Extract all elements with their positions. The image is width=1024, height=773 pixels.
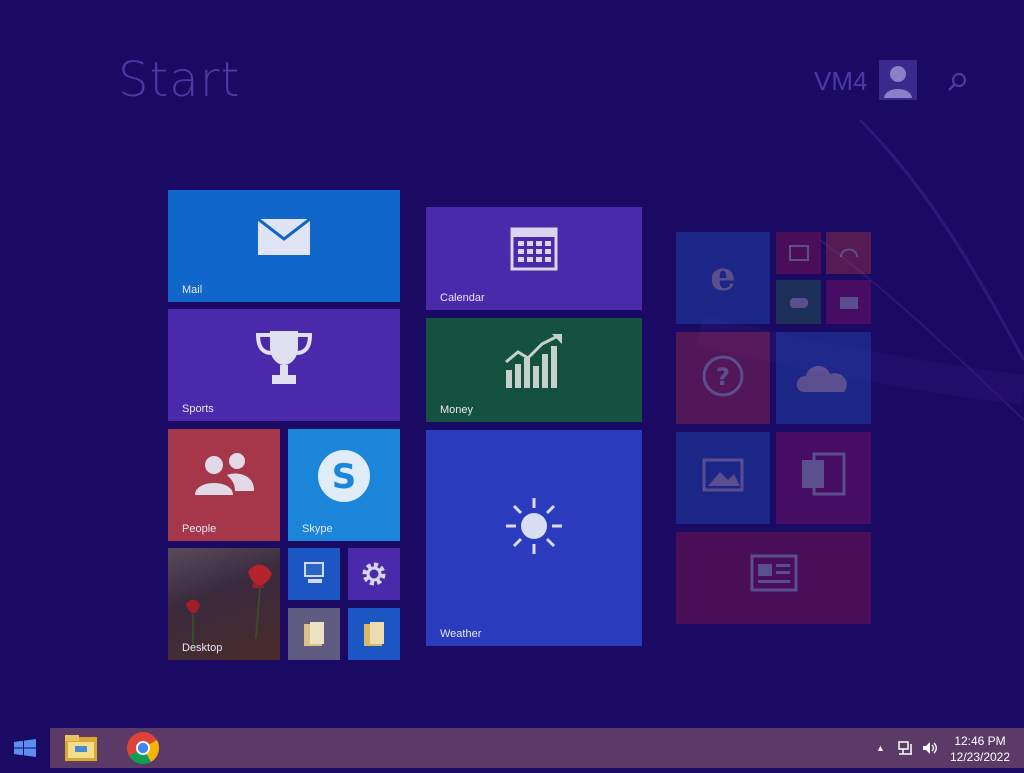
start-title: Start	[118, 52, 241, 108]
tile-camera[interactable]	[826, 280, 871, 324]
tile-people[interactable]: People	[168, 429, 280, 541]
tray-expand-button[interactable]: ▲	[876, 743, 885, 753]
tile-file-explorer[interactable]	[348, 608, 400, 660]
svg-text:S: S	[332, 457, 357, 497]
tile-sports[interactable]: Sports	[168, 309, 400, 421]
windows-logo-icon	[14, 739, 36, 757]
taskbar-chrome[interactable]	[118, 728, 168, 768]
svg-text:?: ?	[716, 363, 730, 391]
tile-news[interactable]	[676, 532, 871, 624]
file-explorer-icon	[65, 735, 97, 761]
tile-pc-settings[interactable]	[348, 548, 400, 600]
user-name[interactable]: VM4	[814, 66, 867, 97]
tile-label: People	[182, 523, 217, 535]
computer-icon	[304, 562, 324, 583]
tile-games[interactable]	[776, 280, 821, 324]
tile-skype[interactable]: S Skype	[288, 429, 400, 541]
folder-documents-icon	[304, 622, 324, 646]
trophy-icon	[255, 331, 313, 384]
camera-icon	[840, 297, 858, 309]
chrome-icon	[127, 732, 160, 765]
clock-time[interactable]: 12:46 PM	[940, 734, 1020, 748]
sun-icon	[506, 498, 562, 554]
tile-label: Weather	[440, 628, 482, 640]
tile-internet-explorer[interactable]: e	[676, 232, 770, 324]
tile-label: Money	[440, 404, 474, 416]
tile-desktop[interactable]: Desktop	[168, 548, 280, 660]
tile-photos[interactable]	[676, 432, 770, 524]
tile-onedrive[interactable]	[776, 332, 871, 424]
tile-label: Desktop	[182, 642, 223, 654]
tile-onenote[interactable]	[776, 432, 871, 524]
network-tray[interactable]	[897, 740, 915, 756]
calendar-icon	[510, 227, 558, 271]
game-controller-icon	[790, 298, 808, 308]
clock-date[interactable]: 12/23/2022	[940, 750, 1020, 764]
mail-icon	[257, 217, 311, 255]
tile-calendar[interactable]: Calendar	[426, 207, 642, 310]
news-icon	[750, 554, 798, 592]
tile-this-pc[interactable]	[288, 548, 340, 600]
photo-icon	[702, 458, 744, 492]
tile-music[interactable]	[826, 232, 871, 274]
tile-label: Skype	[302, 523, 333, 535]
volume-icon	[923, 742, 937, 754]
start-button[interactable]	[0, 728, 50, 768]
cloud-icon	[796, 365, 847, 392]
people-icon	[195, 453, 255, 495]
skype-icon: S	[318, 450, 370, 502]
tile-money[interactable]: Money	[426, 318, 642, 422]
help-icon: ?	[702, 355, 744, 397]
onenote-icon	[802, 452, 846, 496]
tile-label: Sports	[182, 403, 214, 415]
gear-icon	[362, 562, 386, 586]
tile-label: Calendar	[440, 292, 485, 304]
video-icon	[789, 245, 809, 261]
tile-help[interactable]: ?	[676, 332, 770, 424]
tile-mail[interactable]: Mail	[168, 190, 400, 302]
taskbar-file-explorer[interactable]	[56, 728, 106, 768]
tile-label: Mail	[182, 284, 203, 296]
svg-text:e: e	[710, 253, 735, 298]
tile-video[interactable]	[776, 232, 821, 274]
user-avatar[interactable]	[879, 60, 917, 100]
stock-chart-icon	[505, 334, 562, 388]
internet-explorer-icon: e	[710, 253, 735, 298]
network-icon	[898, 741, 912, 755]
volume-tray[interactable]	[921, 740, 939, 756]
search-icon	[948, 72, 967, 91]
headphones-icon	[840, 248, 858, 258]
folder-icon	[364, 622, 384, 646]
search-button[interactable]	[946, 70, 970, 94]
user-avatar-icon	[884, 66, 912, 98]
taskbar: ▲ 12:46 PM 12/23/2022	[0, 728, 1024, 768]
tile-documents[interactable]	[288, 608, 340, 660]
tile-weather[interactable]: Weather	[426, 430, 642, 646]
